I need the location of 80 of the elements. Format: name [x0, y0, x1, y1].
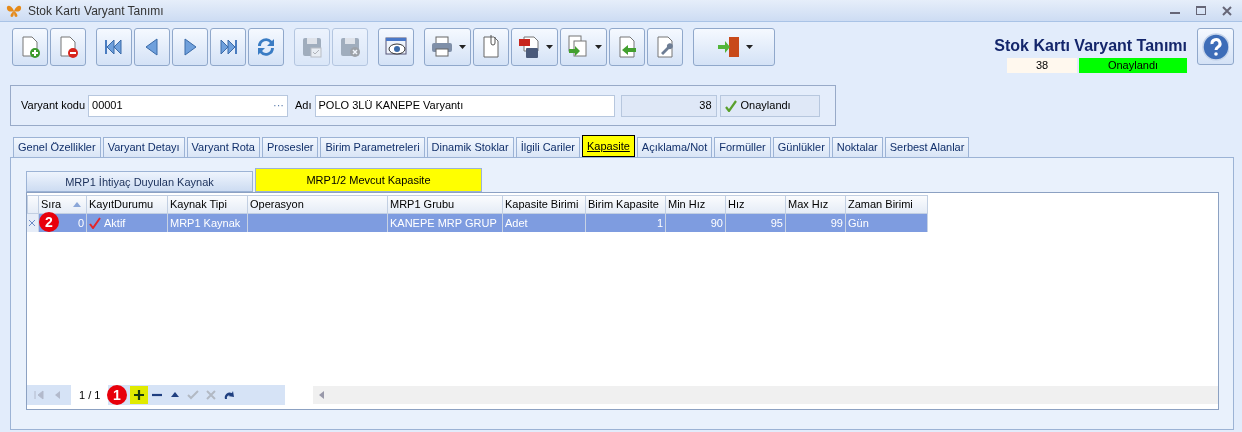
last-record-button[interactable] — [210, 28, 246, 66]
table-cell: 99 — [786, 214, 846, 232]
tab[interactable]: Günlükler — [772, 137, 830, 157]
status-field: Onaylandı — [719, 94, 820, 117]
window-title: Stok Kartı Varyant Tanımı — [28, 2, 164, 20]
first-record-button[interactable] — [96, 28, 132, 66]
table-cell: 1 — [586, 214, 666, 232]
add-button[interactable] — [130, 386, 149, 404]
code-field[interactable]: 00001 ··· — [88, 94, 288, 117]
tab[interactable]: MRP1/2 Mevcut Kapasite — [255, 168, 482, 192]
first-icon — [34, 389, 46, 401]
tab[interactable]: Dinamik Stoklar — [426, 137, 514, 157]
field-label: Adı — [295, 98, 312, 114]
exit-door-icon — [715, 34, 742, 60]
field-label: Varyant kodu — [21, 98, 85, 114]
close-icon[interactable] — [1222, 5, 1232, 16]
table-cell: KANEPE MRP GRUP — [388, 214, 503, 232]
refresh-button[interactable] — [248, 28, 284, 66]
scroll-left-icon[interactable] — [319, 391, 324, 399]
record-number: 38 — [1007, 58, 1077, 73]
current-row-icon — [29, 220, 35, 226]
number-field: 38 — [620, 94, 717, 117]
table-cell: Adet — [503, 214, 586, 232]
table-cell: Aktif — [87, 214, 168, 232]
tab[interactable]: Formüller — [714, 137, 771, 157]
table-cell: 90 — [666, 214, 726, 232]
delete-document-button[interactable] — [50, 28, 86, 66]
column-header[interactable]: Hız — [726, 195, 786, 214]
close-icon — [205, 389, 218, 401]
tab[interactable]: Genel Özellikler — [13, 137, 101, 157]
check-icon — [89, 217, 101, 229]
status-label: Onaylandı — [1079, 58, 1187, 73]
tab[interactable]: Birim Parametreleri — [320, 137, 425, 157]
add-icon — [133, 389, 146, 401]
butterfly-icon — [6, 4, 22, 19]
tab[interactable]: Varyant Detayı — [102, 137, 185, 157]
page-indicator: 1 / 1 — [71, 385, 109, 405]
maximize-icon[interactable] — [1196, 5, 1206, 16]
previous-button[interactable] — [134, 28, 170, 66]
column-header[interactable]: Sıra — [39, 195, 87, 214]
column-header[interactable]: MRP1 Grubu — [388, 195, 503, 214]
table-cell: 95 — [726, 214, 786, 232]
tab[interactable]: Varyant Rota — [186, 137, 260, 157]
tab[interactable]: MRP1 İhtiyaç Duyulan Kaynak — [26, 171, 253, 192]
export-button[interactable] — [560, 28, 607, 66]
help-icon — [1202, 32, 1229, 61]
check-icon — [724, 99, 737, 112]
column-header[interactable]: Kaynak Tipi — [168, 195, 248, 214]
printer-icon — [429, 34, 455, 60]
name-field[interactable]: POLO 3LÜ KANEPE Varyantı — [314, 94, 615, 117]
browse-button[interactable]: ··· — [273, 97, 284, 114]
exit-door-button[interactable] — [693, 28, 775, 66]
tab[interactable]: Serbest Alanlar — [884, 137, 970, 157]
import-button[interactable] — [609, 28, 645, 66]
check-icon — [187, 389, 200, 401]
column-header[interactable]: Operasyon — [248, 195, 388, 214]
wrench-button[interactable] — [647, 28, 683, 66]
redo-icon — [223, 389, 236, 401]
tab[interactable]: Prosesler — [262, 137, 319, 157]
column-header[interactable]: Max Hız — [786, 195, 846, 214]
printer-button[interactable] — [424, 28, 471, 66]
column-header[interactable]: Kapasite Birimi — [503, 195, 586, 214]
tab[interactable]: İlgili Cariler — [515, 137, 581, 157]
row-indicator-header — [27, 195, 39, 214]
sort-ascending-icon — [73, 202, 82, 207]
tab[interactable]: Açıklama/Not — [636, 137, 713, 157]
tab[interactable]: Noktalar — [831, 137, 883, 157]
table-cell: Gün — [846, 214, 928, 232]
new-document-button[interactable] — [12, 28, 48, 66]
column-header[interactable]: Min Hız — [666, 195, 726, 214]
help-button[interactable] — [1197, 28, 1234, 65]
column-header[interactable]: Zaman Birimi — [846, 195, 928, 214]
next-button[interactable] — [172, 28, 208, 66]
column-header[interactable]: KayıtDurumu — [87, 195, 168, 214]
column-header[interactable]: Birim Kapasite — [586, 195, 666, 214]
form-title: Stok Kartı Varyant Tanımı — [994, 36, 1187, 56]
preview-button[interactable] — [378, 28, 414, 66]
tab[interactable]: Kapasite — [582, 135, 635, 157]
table-cell: MRP1 Kaynak — [168, 214, 248, 232]
horizontal-scrollbar[interactable] — [313, 386, 1218, 404]
